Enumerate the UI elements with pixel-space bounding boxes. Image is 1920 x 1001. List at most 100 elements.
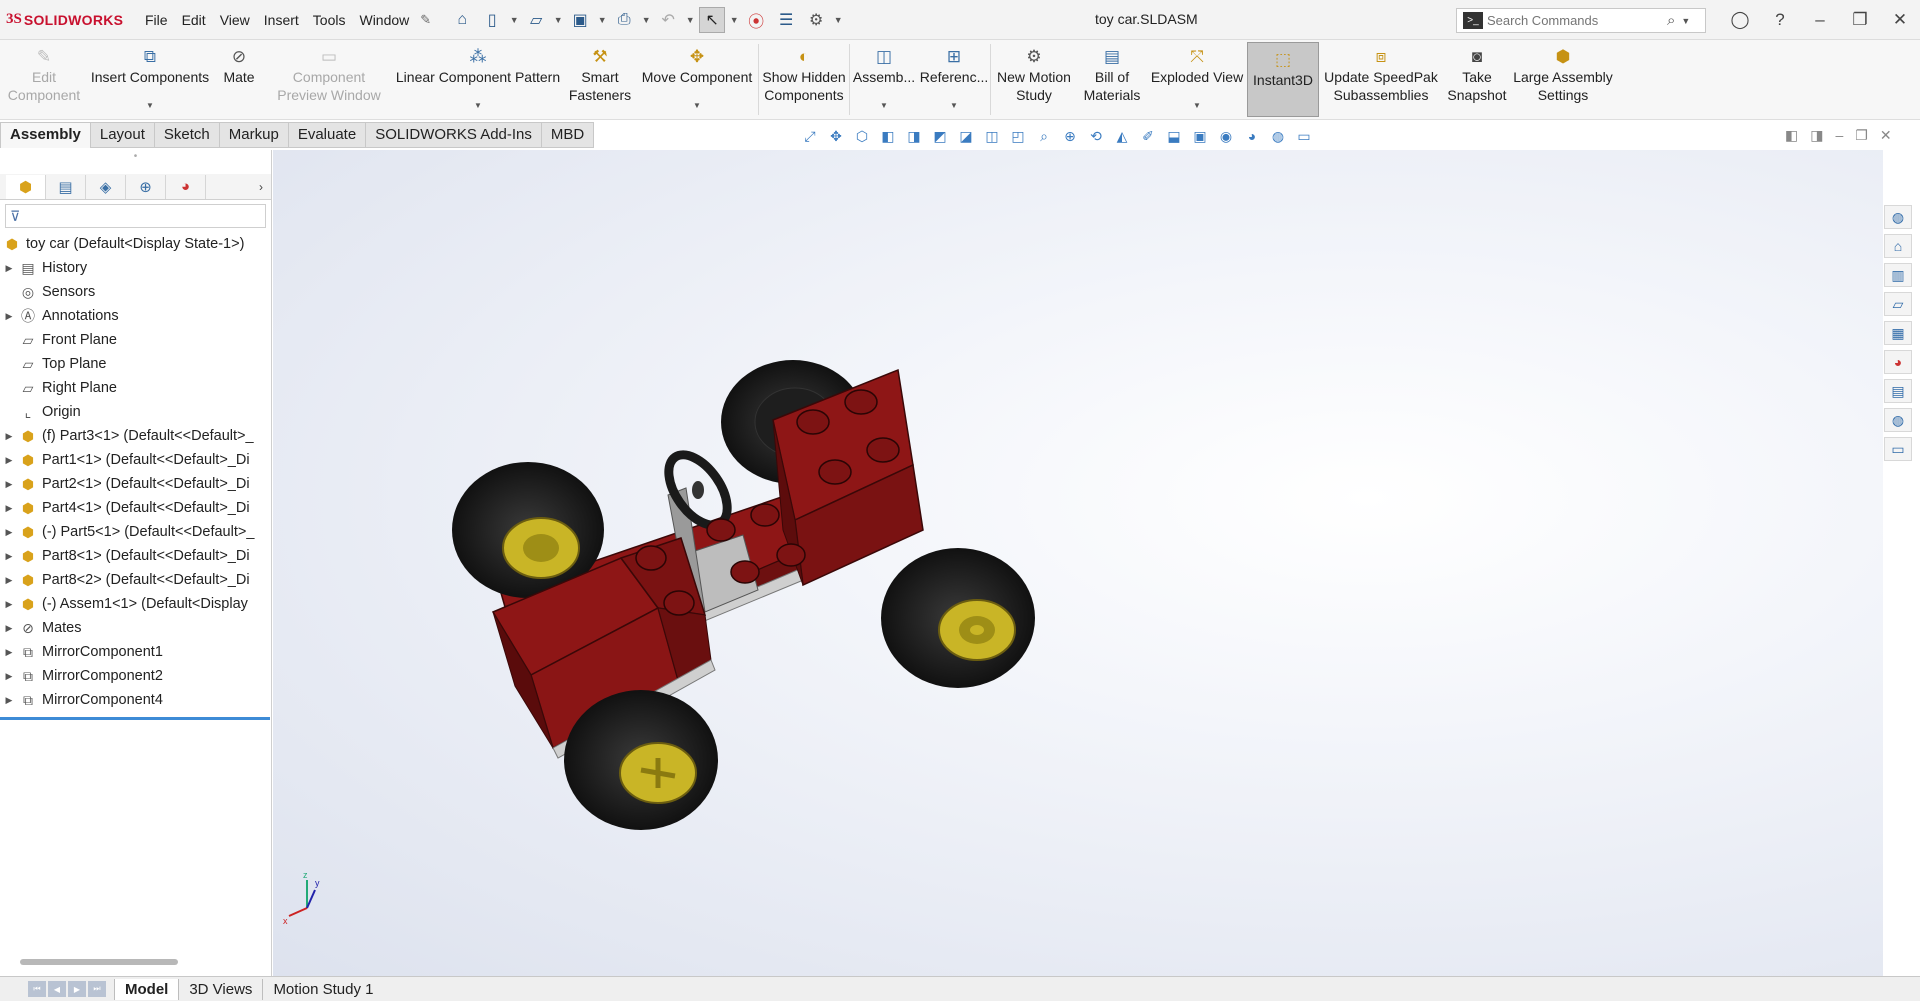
file-properties-icon[interactable]: ☰ [773, 7, 799, 33]
tree-item[interactable]: ▶ ⧉ MirrorComponent1 [0, 640, 271, 664]
expand-arrow-icon[interactable]: ▶ [0, 575, 18, 586]
edit-component-button[interactable]: ✎ Edit Component [0, 40, 88, 119]
chat-icon[interactable]: ▭ [1884, 437, 1912, 461]
select-dropdown-icon[interactable]: ▼ [729, 7, 739, 33]
tree-item[interactable]: ▶ ⬢ (-) Part5<1> (Default<<Default>_ [0, 520, 271, 544]
menu-view[interactable]: View [213, 12, 257, 28]
view-palette-icon[interactable]: ▦ [1884, 321, 1912, 345]
tree-item[interactable]: ▶ ⬢ (-) Assem1<1> (Default<Display [0, 592, 271, 616]
next-tab-icon[interactable]: ▶ [68, 981, 86, 997]
large-assembly-settings-button[interactable]: ⬢ Large Assembly Settings [1511, 40, 1615, 119]
expand-arrow-icon[interactable]: ▶ [0, 695, 18, 706]
component-preview-window-button[interactable]: ▭ Component Preview Window [266, 40, 392, 119]
right-view-icon[interactable]: ◩ [930, 126, 950, 146]
solidworks-forum-icon[interactable]: ◍ [1884, 408, 1912, 432]
options-gear-icon[interactable]: ⚙ [803, 7, 829, 33]
minimize-icon[interactable]: – [1800, 10, 1840, 30]
chevron-right-icon[interactable]: › [251, 175, 271, 199]
tab-markup[interactable]: Markup [219, 122, 289, 148]
move-component-dropdown-icon[interactable]: ▼ [693, 97, 701, 115]
zoom-in-out-icon[interactable]: ⊕ [1060, 126, 1080, 146]
wheel-rear-right[interactable] [881, 548, 1035, 688]
rollback-bar[interactable] [0, 717, 270, 720]
last-tab-icon[interactable]: ⏭ [88, 981, 106, 997]
exploded-view-button[interactable]: ⤧ Exploded View ▼ [1147, 40, 1247, 119]
expand-arrow-icon[interactable]: ▶ [0, 599, 18, 610]
search-commands-box[interactable]: >_ ⌕ ▼ [1456, 8, 1706, 33]
expand-arrow-icon[interactable]: ▶ [0, 671, 18, 682]
insert-components-button[interactable]: ⧉ Insert Components ▼ [88, 40, 212, 119]
home-icon[interactable]: ⌂ [449, 7, 475, 33]
move-component-button[interactable]: ✥ Move Component ▼ [636, 40, 758, 119]
assembly-features-dropdown-icon[interactable]: ▼ [880, 97, 888, 115]
back-view-icon[interactable]: ◫ [982, 126, 1002, 146]
feature-manager-tab-icon[interactable]: ⬢ [6, 174, 46, 199]
tab-assembly[interactable]: Assembly [0, 122, 91, 148]
horizontal-scrollbar[interactable] [20, 959, 178, 965]
search-dropdown-icon[interactable]: ▼ [1681, 16, 1690, 26]
wheel-front-right[interactable] [564, 690, 718, 830]
take-snapshot-button[interactable]: ◙ Take Snapshot [1443, 40, 1511, 119]
new-motion-study-button[interactable]: ⚙ New Motion Study [991, 40, 1077, 119]
zoom-to-fit-icon[interactable]: ⤢ [800, 126, 820, 146]
search-input[interactable] [1487, 13, 1667, 28]
home-icon[interactable]: ⌂ [1884, 234, 1912, 258]
hide-show-items-icon[interactable]: ◉ [1216, 126, 1236, 146]
viewport-minimize-icon[interactable]: – [1835, 127, 1843, 144]
tree-item[interactable]: ▶ ⬢ Part4<1> (Default<<Default>_Di [0, 496, 271, 520]
file-explorer-icon[interactable]: ▱ [1884, 292, 1912, 316]
user-account-icon[interactable]: ◯ [1720, 10, 1760, 30]
print-dropdown-icon[interactable]: ▼ [641, 7, 651, 33]
tab-layout[interactable]: Layout [90, 122, 155, 148]
apply-scene-icon[interactable]: ◍ [1268, 126, 1288, 146]
instant3d-button[interactable]: ⬚ Instant3D [1247, 42, 1319, 117]
undo-icon[interactable]: ↶ [655, 7, 681, 33]
tree-item[interactable]: ▶ ⬢ (f) Part3<1> (Default<<Default>_ [0, 424, 271, 448]
print-icon[interactable]: ⎙ [611, 7, 637, 33]
prev-tab-icon[interactable]: ◀ [48, 981, 66, 997]
options-dropdown-icon[interactable]: ▼ [833, 7, 843, 33]
expand-arrow-icon[interactable]: ▶ [0, 647, 18, 658]
bill-of-materials-button[interactable]: ▤ Bill of Materials [1077, 40, 1147, 119]
mate-button[interactable]: ⊘ Mate [212, 40, 266, 119]
edit-appearance-icon[interactable]: ◕ [1242, 126, 1262, 146]
tab-3d-views[interactable]: 3D Views [178, 978, 262, 1000]
view-settings-icon[interactable]: ▭ [1294, 126, 1314, 146]
expand-arrow-icon[interactable]: ▶ [0, 503, 18, 514]
panel-grip[interactable]: • [0, 150, 271, 174]
toy-car-model[interactable] [443, 330, 1083, 850]
menu-tools[interactable]: Tools [306, 12, 353, 28]
smart-fasteners-button[interactable]: ⚒ Smart Fasteners [564, 40, 636, 119]
tree-item[interactable]: ▶ ⬢ Part1<1> (Default<<Default>_Di [0, 448, 271, 472]
expand-arrow-icon[interactable]: ▶ [0, 311, 18, 322]
tree-item[interactable]: ▶ ⬢ Part8<2> (Default<<Default>_Di [0, 568, 271, 592]
undo-dropdown-icon[interactable]: ▼ [685, 7, 695, 33]
dynamic-annotation-icon[interactable]: ✐ [1138, 126, 1158, 146]
pan-icon[interactable]: ✥ [826, 126, 846, 146]
select-cursor-icon[interactable]: ↖ [699, 6, 726, 33]
rebuild-traffic-light-icon[interactable]: ⦿ [743, 7, 769, 33]
expand-arrow-icon[interactable]: ▶ [0, 479, 18, 490]
reference-geometry-button[interactable]: ⊞ Referenc... ▼ [918, 40, 990, 119]
viewport-close-icon[interactable]: ✕ [1880, 127, 1892, 144]
menu-file[interactable]: File [138, 12, 175, 28]
restore-icon[interactable]: ❐ [1840, 10, 1880, 30]
section-view-icon[interactable]: ◭ [1112, 126, 1132, 146]
viewport-tile-left-icon[interactable]: ◧ [1785, 127, 1798, 144]
tree-item[interactable]: ◎ Sensors [0, 280, 271, 304]
tab-mbd[interactable]: MBD [541, 122, 595, 148]
reference-geometry-dropdown-icon[interactable]: ▼ [950, 97, 958, 115]
tree-item[interactable]: ▱ Top Plane [0, 352, 271, 376]
linear-component-pattern-button[interactable]: ⁂ Linear Component Pattern ▼ [392, 40, 564, 119]
tree-item[interactable]: ▶ ⧉ MirrorComponent4 [0, 688, 271, 712]
save-dropdown-icon[interactable]: ▼ [597, 7, 607, 33]
new-dropdown-icon[interactable]: ▼ [509, 7, 519, 33]
isometric-view-icon[interactable]: ⬡ [852, 126, 872, 146]
feature-tree-filter[interactable]: ⊽ [5, 204, 266, 228]
tab-evaluate[interactable]: Evaluate [288, 122, 367, 148]
help-icon[interactable]: ? [1760, 10, 1800, 30]
tab-motion-study-1[interactable]: Motion Study 1 [262, 978, 383, 1000]
menu-insert[interactable]: Insert [257, 12, 306, 28]
expand-arrow-icon[interactable]: ▶ [0, 623, 18, 634]
tree-item[interactable]: ▱ Front Plane [0, 328, 271, 352]
